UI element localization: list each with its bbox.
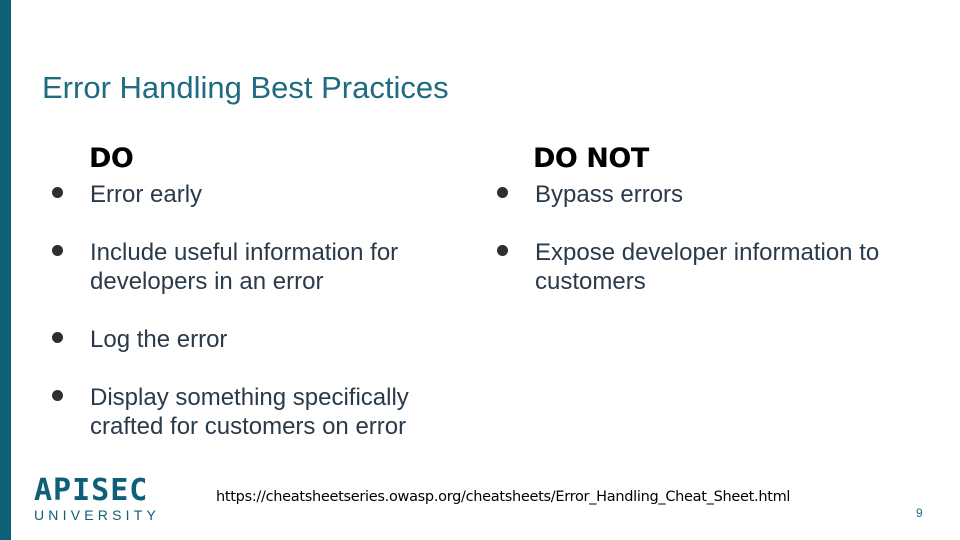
do-not-item-text: Bypass errors bbox=[535, 181, 684, 208]
do-not-item-text: Expose developer information to customer… bbox=[535, 239, 880, 295]
left-accent-bar bbox=[0, 0, 11, 540]
bullet-icon bbox=[497, 245, 508, 256]
bullet-icon bbox=[52, 332, 63, 343]
bullet-icon bbox=[52, 390, 63, 401]
slide-title: Error Handling Best Practices bbox=[42, 70, 449, 105]
do-item-text: Display something specifically crafted f… bbox=[90, 384, 409, 440]
page-number: 9 bbox=[916, 506, 923, 520]
bullet-icon bbox=[497, 187, 508, 198]
do-not-column-heading: DO NOT bbox=[533, 143, 649, 174]
do-item-text: Error early bbox=[90, 181, 203, 208]
logo-subtitle: UNIVERSITY bbox=[34, 507, 161, 523]
apisec-university-logo: APISEC UNIVERSITY bbox=[34, 475, 164, 525]
do-item-text: Include useful information for developer… bbox=[90, 239, 399, 295]
logo-wordmark: APISEC bbox=[34, 473, 149, 508]
bullet-icon bbox=[52, 245, 63, 256]
source-link[interactable]: https://cheatsheetseries.owasp.org/cheat… bbox=[216, 489, 790, 505]
do-column-heading: DO bbox=[89, 143, 134, 174]
do-item-text: Log the error bbox=[90, 326, 228, 353]
bullet-icon bbox=[52, 187, 63, 198]
